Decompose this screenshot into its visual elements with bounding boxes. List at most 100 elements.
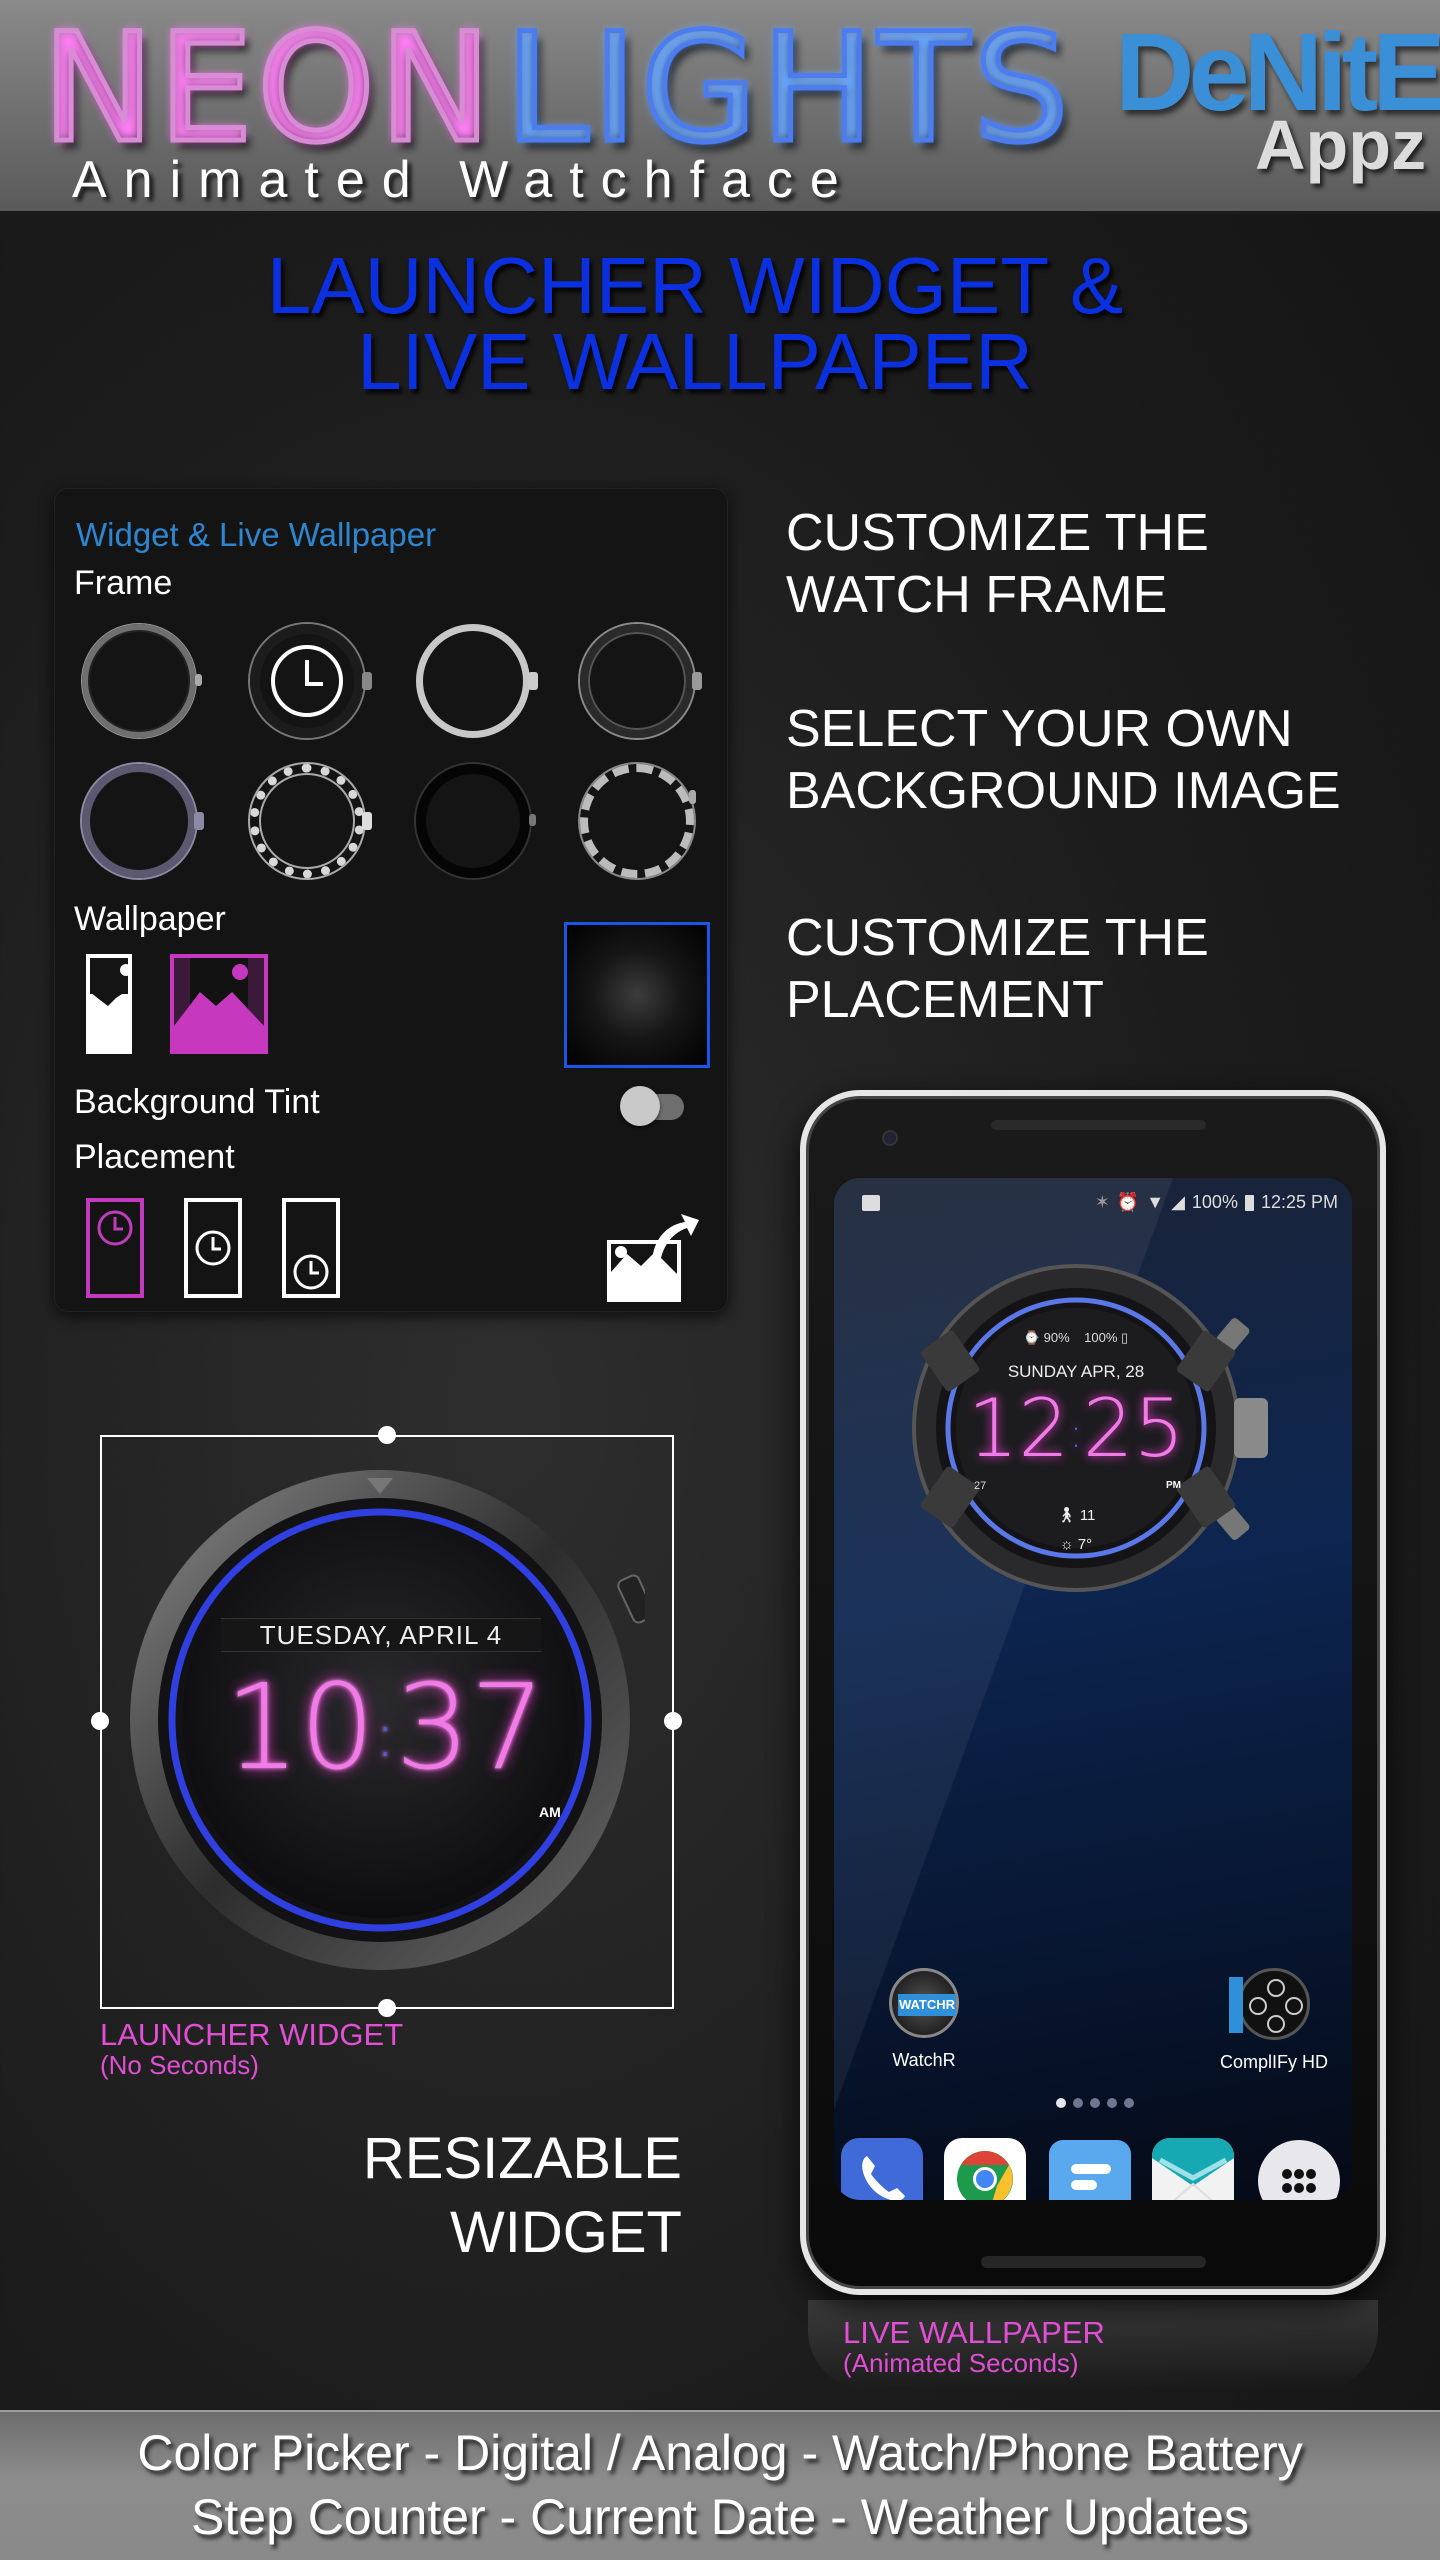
weather-row: ☼ 7° [1026,1536,1126,1553]
phone-watch-date: SUNDAY APR, 28 [1007,1362,1145,1381]
phone-battery: 100% [1084,1330,1118,1345]
live-wallpaper-caption-main: LIVE WALLPAPER [843,2315,1105,2350]
steps-dial [1249,1997,1267,2015]
app-complify[interactable]: ComplIFy HD [1214,1968,1334,2073]
placement-bottom-option[interactable] [282,1198,340,1298]
page-dot[interactable] [1073,2098,1083,2108]
footer-banner: Color Picker - Digital / Analog - Watch/… [0,2410,1440,2560]
background-tint-toggle[interactable] [620,1086,686,1126]
frame-option-black-chrome[interactable] [576,620,702,742]
settings-title: Widget & Live Wallpaper [76,516,437,553]
watch-battery: 90% [1043,1330,1070,1345]
temperature: 7° [1077,1536,1093,1553]
messages-icon [1071,2164,1111,2190]
crown-icon [689,790,696,804]
phone-watch-hours: 12 [967,1382,1070,1475]
email-icon [1152,2138,1234,2200]
watch-icon: ⌚ [1023,1330,1041,1345]
dock-app-drawer[interactable] [1258,2140,1340,2200]
live-wallpaper-watch: ⌚ 90% 100% ▯ SUNDAY APR, 28 12:25 27 PM … [904,1258,1294,1598]
placement-top-option[interactable] [86,1198,144,1298]
frame-ring [580,764,694,878]
dock-email-app[interactable] [1152,2138,1234,2200]
status-bar: ✶ ⏰ ▼ ◢ 100% 12:25 PM [834,1186,1352,1222]
dock-phone-app[interactable] [841,2138,923,2200]
sun-icon: ☼ [1059,1536,1074,1553]
header-banner: NEON LIGHTS Animated Watchface DeNitE! A… [0,0,1440,214]
phone-speaker-bottom [981,2256,1206,2268]
frame-option-knurled-silver[interactable] [576,760,698,882]
frame-option-silver-classic[interactable] [412,620,538,742]
set-wallpaper-button[interactable] [605,1210,701,1304]
crown-icon [194,812,204,830]
crown-icon [692,672,702,690]
time-separator: : [1069,1411,1083,1457]
wallpaper-preview[interactable] [564,922,710,1068]
frame-ring [416,624,530,738]
title-lights: LIGHTS [503,2,1073,176]
clock-icon [271,645,343,717]
headline: LAUNCHER WIDGET & LIVE WALLPAPER [0,246,1390,402]
app-watchr[interactable]: WATCHR WatchR [874,1968,974,2071]
clock-icon [195,1230,231,1266]
steps-row: 🚶︎ 11 [1026,1506,1126,1524]
widget-caption-sub: (No Seconds) [100,2050,259,2080]
frame-ring [250,764,364,878]
crown-icon [529,814,536,826]
resize-handle-left[interactable] [91,1712,109,1730]
chrome-icon [957,2151,1013,2200]
frame-option-matte-black[interactable] [412,760,536,882]
page-dot[interactable] [1107,2098,1117,2108]
wallpaper-portrait-option[interactable] [86,954,132,1054]
signal-icon: ◢ [1171,1192,1185,1212]
feature-line: BACKGROUND IMAGE [786,762,1341,820]
phone-watch-time: 12:25 [956,1382,1196,1475]
wallpaper-label: Wallpaper [74,900,226,938]
resizable-line-2: WIDGET [450,2200,682,2265]
resize-handle-right[interactable] [664,1712,682,1730]
title-neon: NEON [39,2,496,176]
feature-line: PLACEMENT [786,971,1104,1029]
app-label: ComplIFy HD [1219,2052,1328,2072]
wallpaper-landscape-option[interactable] [170,954,268,1054]
resize-handle-bottom[interactable] [378,1999,396,2017]
page-dot[interactable] [1124,2098,1134,2108]
dock-chrome-app[interactable] [944,2138,1026,2200]
feature-background-image: SELECT YOUR OWN BACKGROUND IMAGE [786,698,1341,822]
clock-icon [293,1254,329,1290]
placement-middle-option[interactable] [184,1198,242,1298]
clock-icon [97,1210,133,1246]
frame-option-steel-bezel[interactable] [78,620,202,742]
battery-percent: 100% [1191,1192,1238,1212]
frame-option-diamond-bezel[interactable] [246,760,372,882]
page-dot[interactable] [1090,2098,1100,2108]
dock-messages-app[interactable] [1049,2140,1131,2200]
widget-caption-main: LAUNCHER WIDGET [100,2017,404,2052]
complify-icon [1229,1968,1310,2040]
frame-option-purple-titanium[interactable] [78,760,204,882]
battery-dial [1267,2015,1285,2033]
widget-hours: 10 [224,1658,375,1796]
phone-icon: ▯ [1121,1330,1129,1345]
step-count: 11 [1079,1507,1096,1524]
frame-ring [82,624,196,738]
background-tint-label: Background Tint [74,1083,320,1121]
resizable-widget-text: RESIZABLE WIDGET [270,2122,682,2270]
feature-line: WATCH FRAME [786,566,1168,624]
resize-handle-top[interactable] [378,1426,396,1444]
toggle-knob [620,1086,660,1126]
widget-caption: LAUNCHER WIDGET (No Seconds) [100,2017,404,2080]
subtitle: Animated Watchface [72,151,856,209]
frame-option-dark-neon[interactable] [246,620,372,742]
feature-line: CUSTOMIZE THE [786,504,1209,562]
page-dot[interactable] [1056,2098,1066,2108]
live-wallpaper-caption-sub: (Animated Seconds) [843,2348,1079,2378]
watchr-icon: WATCHR [889,1968,959,2038]
phone-mockup: ✶ ⏰ ▼ ◢ 100% 12:25 PM ⌚ 90% 100% ▯ SUNDA… [800,1090,1386,2295]
feature-placement: CUSTOMIZE THE PLACEMENT [786,907,1209,1031]
time-separator: : [374,1700,396,1771]
frame-ring [580,624,694,738]
battery-icon [1244,1194,1254,1211]
heart-dial [1285,1997,1303,2015]
status-icons: ✶ ⏰ ▼ ◢ 100% 12:25 PM [1095,1192,1338,1213]
